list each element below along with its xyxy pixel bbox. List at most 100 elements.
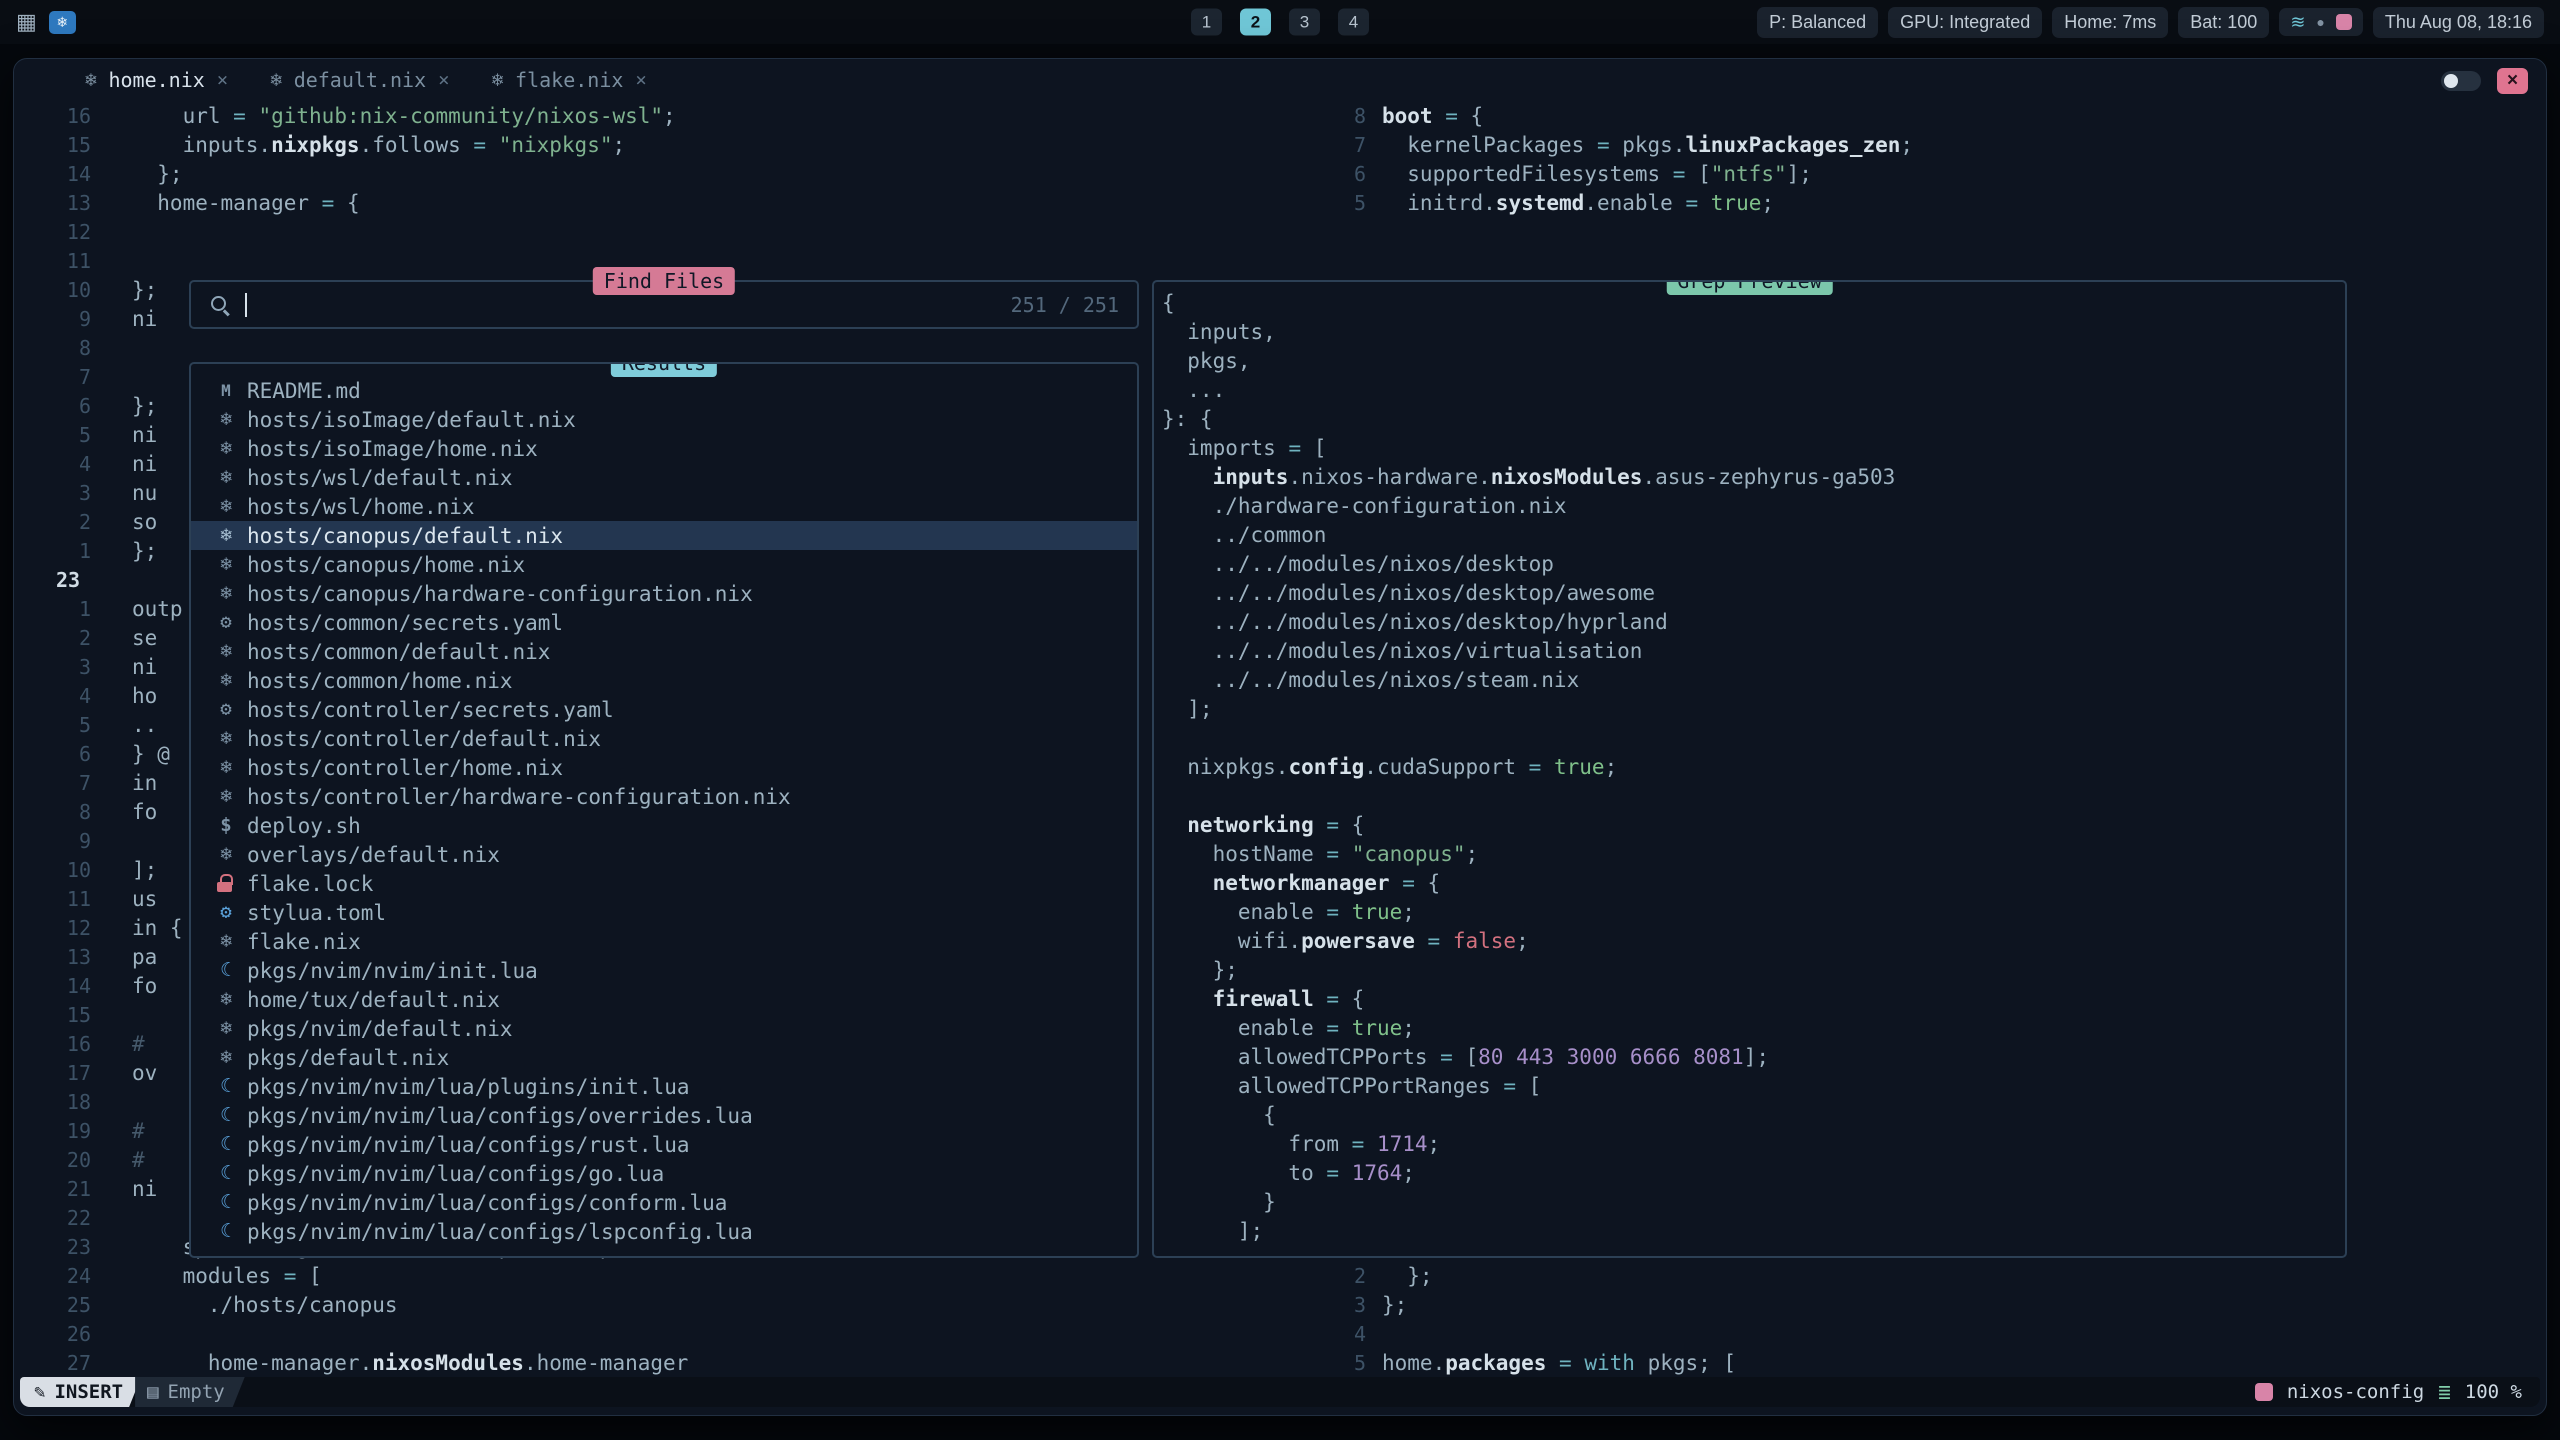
result-row[interactable]: ❄hosts/canopus/default.nix (191, 521, 1137, 550)
result-label: hosts/controller/home.nix (247, 756, 563, 780)
lua-file-icon: ☾ (213, 1222, 239, 1241)
app-launcher-icon[interactable]: ▦ (16, 11, 37, 33)
result-row[interactable]: ☾pkgs/nvim/nvim/lua/configs/lspconfig.lu… (191, 1217, 1137, 1246)
line-number: 16 (14, 1032, 91, 1056)
result-row[interactable]: ☾pkgs/nvim/nvim/lua/configs/overrides.lu… (191, 1101, 1137, 1130)
result-row[interactable]: ❄hosts/canopus/home.nix (191, 550, 1137, 579)
code-text: ]; (1162, 697, 1213, 721)
tab-close-icon[interactable]: × (635, 69, 646, 91)
nix-file-icon: ❄ (85, 69, 96, 91)
code-text: } @ (91, 742, 170, 766)
result-row[interactable]: ❄pkgs/default.nix (191, 1043, 1137, 1072)
theme-toggle[interactable] (2441, 71, 2481, 91)
markdown-file-icon: M (213, 383, 239, 399)
result-row[interactable]: ❄pkgs/nvim/default.nix (191, 1014, 1137, 1043)
results-list: MREADME.md❄hosts/isoImage/default.nix❄ho… (191, 364, 1137, 1246)
tab-default.nix[interactable]: ❄default.nix× (249, 59, 470, 101)
notification-dot-icon[interactable]: ● (2316, 15, 2324, 29)
status-chip[interactable]: P: Balanced (1757, 7, 1878, 38)
code-text: ../../modules/nixos/steam.nix (1162, 668, 1579, 692)
result-row[interactable]: ❄hosts/isoImage/default.nix (191, 405, 1137, 434)
code-text: in (91, 771, 157, 795)
result-row[interactable]: ❄overlays/default.nix (191, 840, 1137, 869)
line-number: 25 (14, 1293, 91, 1317)
result-row[interactable]: ❄hosts/canopus/hardware-configuration.ni… (191, 579, 1137, 608)
result-row[interactable]: ❄hosts/common/home.nix (191, 666, 1137, 695)
result-row[interactable]: ❄hosts/controller/default.nix (191, 724, 1137, 753)
result-row[interactable]: ☾pkgs/nvim/nvim/lua/plugins/init.lua (191, 1072, 1137, 1101)
result-row[interactable]: ❄hosts/wsl/home.nix (191, 492, 1137, 521)
result-row[interactable]: ❄flake.nix (191, 927, 1137, 956)
window-close-button[interactable]: × (2497, 68, 2528, 94)
code-text: initrd.systemd.enable = true; (1366, 191, 1774, 215)
status-chip[interactable]: Bat: 100 (2178, 7, 2269, 38)
workspace-button-1[interactable]: 1 (1191, 9, 1222, 36)
result-row[interactable]: ⚙stylua.toml (191, 898, 1137, 927)
statusline-right: nixos-config ≣ 100 % (2255, 1381, 2540, 1403)
line-number: 14 (14, 974, 91, 998)
result-row[interactable]: $deploy.sh (191, 811, 1137, 840)
repo-icon (2255, 1383, 2273, 1401)
result-row[interactable]: MREADME.md (191, 376, 1137, 405)
result-row[interactable]: ⚙hosts/common/secrets.yaml (191, 608, 1137, 637)
code-line: firewall = { (1162, 984, 2345, 1013)
result-row[interactable]: ☾pkgs/nvim/nvim/lua/configs/go.lua (191, 1159, 1137, 1188)
status-chip[interactable]: GPU: Integrated (1888, 7, 2042, 38)
code-text: so (91, 510, 157, 534)
tab-home.nix[interactable]: ❄home.nix× (64, 59, 249, 101)
line-number: 4 (14, 684, 91, 708)
find-files-title: Find Files (593, 267, 735, 295)
nix-file-icon: ❄ (213, 758, 239, 777)
wifi-icon[interactable]: ≋ (2290, 13, 2305, 31)
result-row[interactable]: ❄home/tux/default.nix (191, 985, 1137, 1014)
code-text: pkgs, (1162, 349, 1251, 373)
tab-close-icon[interactable]: × (217, 69, 228, 91)
line-number: 23 (14, 1235, 91, 1259)
code-line: ... (1162, 375, 2345, 404)
toml-file-icon: ⚙ (213, 903, 239, 922)
result-row[interactable]: ❄ hosts/controller/home.nix (191, 753, 1137, 782)
code-text: # (91, 1032, 145, 1056)
line-number: 19 (14, 1119, 91, 1143)
line-number: 23 (14, 568, 91, 592)
line-number: 5 (1294, 1351, 1366, 1375)
code-line: allowedTCPPortRanges = [ (1162, 1071, 2345, 1100)
code-line: networking = { (1162, 810, 2345, 839)
line-number: 2 (1294, 1264, 1366, 1288)
result-row[interactable]: flake.lock (191, 869, 1137, 898)
result-row[interactable]: ❄hosts/common/default.nix (191, 637, 1137, 666)
result-row[interactable]: ☾pkgs/nvim/nvim/init.lua (191, 956, 1137, 985)
result-label: pkgs/nvim/nvim/lua/plugins/init.lua (247, 1075, 690, 1099)
code-line: ../../modules/nixos/desktop (1162, 549, 2345, 578)
line-number: 15 (14, 133, 91, 157)
screenshot-icon[interactable] (2336, 14, 2352, 30)
code-line: enable = true; (1162, 1013, 2345, 1042)
code-text: ../common (1162, 523, 1326, 547)
clock[interactable]: Thu Aug 08, 18:16 (2373, 7, 2544, 38)
code-text: enable = true; (1162, 1016, 1415, 1040)
result-row[interactable]: ❄hosts/controller/hardware-configuration… (191, 782, 1137, 811)
code-text: hostName = "canopus"; (1162, 842, 1478, 866)
code-line: ../../modules/nixos/desktop/hyprland (1162, 607, 2345, 636)
code-text: } (1162, 1190, 1276, 1214)
nix-file-icon: ❄ (213, 584, 239, 603)
nixos-logo-icon[interactable]: ❄ (49, 11, 76, 34)
workspace-button-2[interactable]: 2 (1240, 9, 1271, 36)
result-row[interactable]: ⚙hosts/controller/secrets.yaml (191, 695, 1137, 724)
line-number: 27 (14, 1351, 91, 1375)
result-row[interactable]: ❄hosts/isoImage/home.nix (191, 434, 1137, 463)
tab-close-icon[interactable]: × (438, 69, 449, 91)
workspace-button-3[interactable]: 3 (1289, 9, 1320, 36)
code-text: pa (91, 945, 157, 969)
lua-file-icon: ☾ (213, 1193, 239, 1212)
result-row[interactable]: ❄hosts/wsl/default.nix (191, 463, 1137, 492)
status-chip[interactable]: Home: 7ms (2052, 7, 2168, 38)
code-text: nu (91, 481, 157, 505)
tab-flake.nix[interactable]: ❄flake.nix× (471, 59, 668, 101)
code-line: }: { (1162, 404, 2345, 433)
line-number: 3 (1294, 1293, 1366, 1317)
result-row[interactable]: ☾pkgs/nvim/nvim/lua/configs/rust.lua (191, 1130, 1137, 1159)
code-line (1294, 246, 2546, 275)
result-row[interactable]: ☾pkgs/nvim/nvim/lua/configs/conform.lua (191, 1188, 1137, 1217)
workspace-button-4[interactable]: 4 (1338, 9, 1369, 36)
